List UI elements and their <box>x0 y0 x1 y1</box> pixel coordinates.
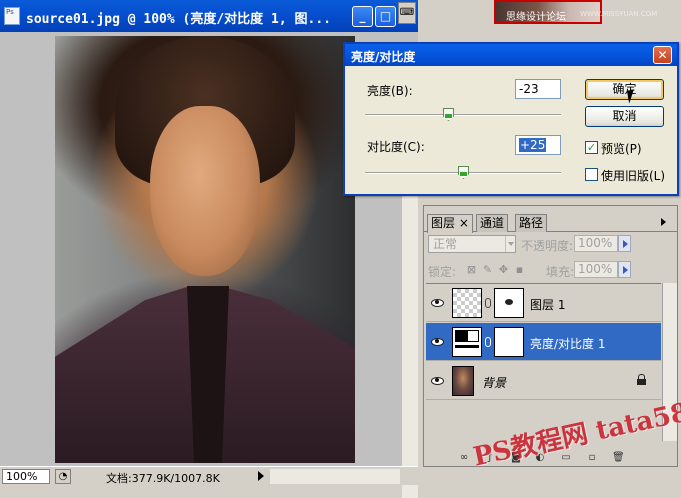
lock-label: 锁定: <box>428 265 457 279</box>
photoshop-document-icon: Ps <box>4 7 20 25</box>
fill-label: 填充: <box>546 265 575 279</box>
brightness-value: -23 <box>519 82 539 96</box>
new-layer-icon[interactable]: ▫ <box>586 452 598 464</box>
status-info-icon[interactable]: ◔ <box>55 469 71 484</box>
brightness-label: 亮度(B): <box>367 84 413 98</box>
watermark-top-logo: 思缘设计论坛 <box>506 12 566 23</box>
layer-name: 亮度/对比度 1 <box>530 337 606 351</box>
fill-field[interactable]: 100% <box>574 261 618 278</box>
link-chain-icon[interactable] <box>485 298 491 308</box>
tab-channels[interactable]: 通道 <box>476 214 509 232</box>
eye-icon[interactable] <box>430 336 444 347</box>
lock-image-icon[interactable]: ✎ <box>481 263 494 276</box>
legacy-label: 使用旧版(L) <box>601 169 666 183</box>
brightness-slider-track[interactable] <box>365 114 561 116</box>
layer-thumbnail <box>452 288 482 318</box>
panel-options-icon[interactable] <box>661 218 666 226</box>
tab-layers[interactable]: 图层 × <box>427 214 473 233</box>
opacity-slider-arrow-icon[interactable] <box>618 235 631 252</box>
lock-icon <box>637 374 646 385</box>
layer-row-background[interactable]: 背景 <box>426 362 661 400</box>
horizontal-scrollbar[interactable] <box>270 469 400 484</box>
dialog-close-button[interactable]: ✕ <box>653 46 672 64</box>
blend-mode-select[interactable]: 正常 <box>428 235 516 253</box>
trash-icon[interactable]: 🗑 <box>612 452 625 464</box>
panel-grip[interactable] <box>424 206 677 214</box>
checkmark-icon: ✓ <box>586 141 597 154</box>
layer-mask-thumbnail <box>494 288 524 318</box>
lock-transparent-icon[interactable]: ⊠ <box>465 263 478 276</box>
maximize-button[interactable]: □ <box>375 6 396 27</box>
brightness-slider-thumb[interactable] <box>442 108 454 121</box>
document-titlebar[interactable]: Ps source01.jpg @ 100% (亮度/对比度 1, 图... _… <box>0 0 418 32</box>
layer-name: 背景 <box>482 376 507 390</box>
fill-slider-arrow-icon[interactable] <box>618 261 631 278</box>
minimize-button[interactable]: _ <box>352 6 373 27</box>
document-size-readout: 文档:377.9K/1007.8K <box>106 472 220 485</box>
preview-checkbox[interactable]: ✓ <box>585 141 598 154</box>
eye-icon[interactable] <box>430 297 444 308</box>
contrast-slider-thumb[interactable] <box>458 166 469 179</box>
link-chain-icon[interactable] <box>485 337 491 347</box>
status-bar: 100% ◔ 文档:377.9K/1007.8K <box>0 466 418 485</box>
brightness-input[interactable]: -23 <box>515 79 561 99</box>
photo-face-region <box>150 106 260 276</box>
ok-button[interactable]: 确定 <box>585 79 664 100</box>
document-title: source01.jpg @ 100% (亮度/对比度 1, 图... <box>26 12 331 27</box>
tool-presets-icon[interactable]: ⌨ <box>398 2 416 24</box>
chevron-down-icon <box>505 236 516 252</box>
contrast-label: 对比度(C): <box>367 140 425 154</box>
adjustment-layer-icon <box>452 327 482 357</box>
status-menu-arrow-icon[interactable] <box>258 471 264 481</box>
preview-label: 预览(P) <box>601 142 642 156</box>
tab-paths[interactable]: 路径 <box>515 214 548 232</box>
brightness-contrast-dialog: 亮度/对比度 ✕ 亮度(B): -23 对比度(C): +25 确定 取消 ✓ … <box>343 42 679 196</box>
mask-shape-icon <box>505 299 513 305</box>
layer-thumbnail <box>452 366 474 396</box>
contrast-value: +25 <box>519 138 547 152</box>
legacy-checkbox[interactable] <box>585 168 598 181</box>
eye-icon[interactable] <box>430 375 444 386</box>
watermark-top-site: WWW.MISSYUAN.COM <box>580 10 658 18</box>
layer-mask-thumbnail <box>494 327 524 357</box>
layer-name: 图层 1 <box>530 298 566 312</box>
layer-row-brightness-contrast[interactable]: 亮度/对比度 1 <box>426 323 661 361</box>
contrast-input[interactable]: +25 <box>515 135 561 155</box>
opacity-field[interactable]: 100% <box>574 235 618 252</box>
lock-all-icon[interactable]: ▪ <box>513 263 526 276</box>
dialog-title: 亮度/对比度 <box>351 50 416 64</box>
lock-position-icon[interactable]: ✥ <box>497 263 510 276</box>
cancel-button[interactable]: 取消 <box>585 106 664 127</box>
portrait-photo[interactable] <box>55 36 355 463</box>
opacity-label: 不透明度: <box>521 239 574 253</box>
link-layers-icon[interactable]: ∞ <box>458 452 470 464</box>
blend-mode-value: 正常 <box>433 237 458 251</box>
layers-tab-bar: 图层 × 通道 路径 <box>424 214 677 233</box>
layer-row-layer1[interactable]: 图层 1 <box>426 284 661 322</box>
dialog-titlebar[interactable]: 亮度/对比度 ✕ <box>345 44 677 66</box>
zoom-level-field[interactable]: 100% <box>2 469 50 484</box>
